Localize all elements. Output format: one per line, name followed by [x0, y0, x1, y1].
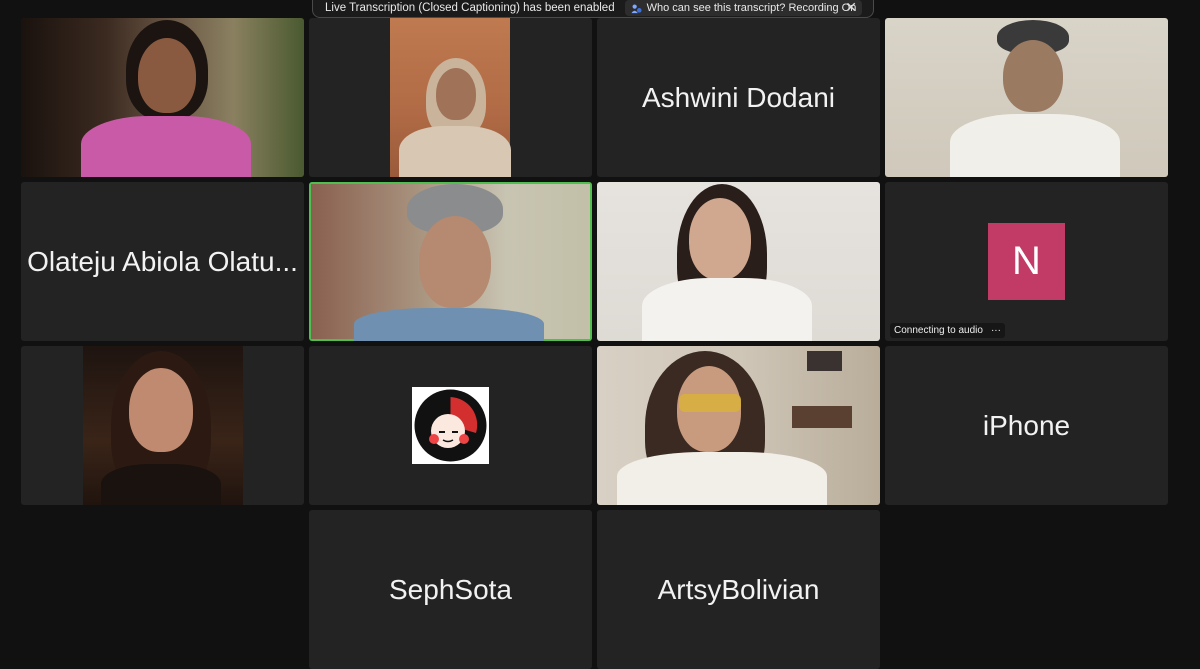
wall-frame — [807, 351, 842, 371]
more-icon[interactable]: ··· — [991, 325, 1001, 336]
shield-user-icon — [631, 4, 642, 13]
video-tile-artsybolivian[interactable]: ArtsyBolivian — [597, 510, 880, 669]
video-tile-man-chef[interactable] — [885, 18, 1168, 177]
video-tile-olateju[interactable]: Olateju Abiola Olatu... — [21, 182, 304, 341]
transcript-visibility-button[interactable]: Who can see this transcript? Recording O… — [624, 0, 863, 16]
participant-face — [138, 38, 196, 113]
participant-shirt — [81, 116, 251, 177]
transcription-banner: Live Transcription (Closed Captioning) h… — [312, 0, 874, 18]
participant-name: ArtsyBolivian — [657, 573, 820, 605]
close-icon[interactable]: ✕ — [845, 0, 857, 16]
video-tile-woman-hijab[interactable] — [309, 18, 592, 177]
cartoon-face-icon — [414, 389, 487, 462]
participant-shirt — [617, 452, 827, 505]
sunglasses — [679, 394, 741, 412]
participant-name: Ashwini Dodani — [642, 81, 835, 113]
participant-name: iPhone — [982, 409, 1071, 441]
video-tile-active-speaker[interactable] — [309, 182, 592, 341]
audio-status-badge: Connecting to audio ··· — [890, 323, 1005, 338]
participant-shirt — [950, 114, 1120, 177]
video-tile-woman-night[interactable] — [21, 346, 304, 505]
participant-shirt — [399, 126, 511, 177]
participant-name: Olateju Abiola Olatu... — [27, 245, 298, 277]
video-tile-woman-glasses[interactable] — [597, 182, 880, 341]
audio-status-label: Connecting to audio — [894, 325, 983, 336]
participant-face — [129, 368, 193, 452]
participant-face — [436, 68, 476, 120]
participant-face — [419, 216, 491, 308]
video-tile-woman-sunglasses[interactable] — [597, 346, 880, 505]
video-tile-sephsota-logo[interactable] — [309, 346, 592, 505]
wall-frame — [792, 406, 852, 428]
participant-face — [689, 198, 751, 280]
video-tile-iphone[interactable]: iPhone — [885, 346, 1168, 505]
video-tile-n-user[interactable]: N Connecting to audio ··· — [885, 182, 1168, 341]
avatar: N — [988, 223, 1065, 300]
transcription-message: Live Transcription (Closed Captioning) h… — [325, 2, 615, 14]
video-tile-woman-pink[interactable] — [21, 18, 304, 177]
participant-shirt — [354, 308, 544, 341]
profile-picture — [412, 387, 489, 464]
video-tile-ashwini[interactable]: Ashwini Dodani — [597, 18, 880, 177]
participant-face — [1003, 40, 1063, 112]
video-tile-sephsota[interactable]: SephSota — [309, 510, 592, 669]
participant-shirt — [101, 464, 221, 505]
transcript-visibility-label: Who can see this transcript? Recording O… — [646, 2, 857, 14]
participant-shirt — [642, 278, 812, 341]
participant-name: SephSota — [389, 573, 512, 605]
